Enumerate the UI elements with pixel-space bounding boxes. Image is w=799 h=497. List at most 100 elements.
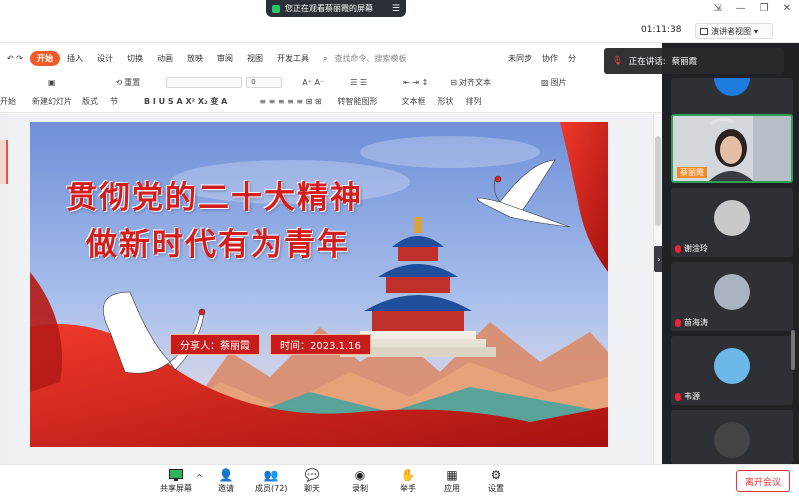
slide-scrollbar[interactable] (653, 114, 662, 464)
slideshow-start-button[interactable]: 开始 (0, 96, 16, 107)
undo-icon[interactable]: ↶ ↷ (0, 52, 30, 65)
share-screen-icon (169, 468, 183, 482)
members-icon: 👥 (263, 468, 279, 482)
slide-title-line-2: 做新时代有为青年 (86, 227, 350, 263)
pin-icon[interactable]: ⇲ (713, 3, 721, 14)
tab-design[interactable]: 设计 (90, 51, 120, 66)
window-controls: ⇲ — ❐ ✕ (713, 3, 791, 14)
share-button[interactable]: 分 (568, 53, 576, 64)
apps-button[interactable]: ▦ 应用 (444, 468, 460, 494)
toolbar-row-2: 开始 新建幻灯片 版式 节 B I U S A X² X₂ 变 A ≡ ≡ ≡ … (0, 93, 660, 109)
font-grow-icon[interactable]: A⁺ A⁻ (302, 78, 324, 87)
avatar (714, 200, 750, 236)
ribbon-actions: 未同步 协作 分 (508, 53, 576, 64)
tab-animation[interactable]: 动画 (150, 51, 180, 66)
avatar (714, 348, 750, 384)
speaker-view-icon (700, 27, 708, 35)
apps-icon: ▦ (446, 468, 458, 482)
chat-button[interactable]: 💬 聊天 (304, 468, 320, 494)
microphone-icon: 🎙 (612, 56, 623, 66)
align-text-button[interactable]: ⊟ 对齐文本 (450, 77, 491, 88)
tab-review[interactable]: 审阅 (210, 51, 240, 66)
settings-button[interactable]: ⚙ 设置 (488, 468, 504, 494)
meeting-timer: 01:11:38 (641, 25, 682, 35)
view-mode-button[interactable]: 演讲者视图 ▾ (695, 23, 773, 39)
restore-icon[interactable]: ❐ (760, 3, 769, 14)
layout-button[interactable]: 版式 (82, 96, 98, 107)
raise-hand-icon: ✋ (400, 468, 416, 482)
record-icon: ◉ (354, 468, 366, 482)
share-options-chevron[interactable]: ^ (196, 473, 203, 482)
leave-meeting-button[interactable]: 离开会议 (736, 470, 790, 492)
tab-home[interactable]: 开始 (29, 51, 60, 66)
wps-ribbon: ↶ ↷ 开始 插入 设计 切换 动画 放映 审阅 视图 开发工具 ⌕ 查找命令、… (0, 43, 662, 113)
minimize-icon[interactable]: — (736, 3, 746, 14)
tab-slideshow[interactable]: 放映 (180, 51, 210, 66)
new-slide-icon[interactable]: ▣ (48, 78, 56, 87)
participant-tile[interactable]: 谢淦玲 (671, 188, 793, 257)
slide-canvas: 贯彻党的二十大精神 做新时代有为青年 分享人：蔡丽霞 时间：2023.1.16 (8, 114, 656, 464)
tab-view[interactable]: 视图 (240, 51, 270, 66)
screen-share-icon (272, 4, 280, 13)
smartart-button[interactable]: 转智能图形 (338, 96, 378, 107)
participant-name: 谢淦玲 (675, 243, 708, 254)
share-screen-button[interactable]: 共享屏幕 (160, 468, 192, 494)
record-button[interactable]: ◉ 录制 (352, 468, 368, 494)
tab-developer[interactable]: 开发工具 (270, 51, 316, 66)
sync-status[interactable]: 未同步 (508, 53, 532, 64)
menu-icon[interactable]: ☰ (392, 4, 400, 14)
mic-muted-icon (675, 318, 681, 327)
view-mode-label: 演讲者视图 (711, 26, 751, 36)
presenter-tag: 分享人：蔡丽霞 (170, 334, 260, 355)
toolbar-row-1: ▣ ⟲ 重置 0 A⁺ A⁻ ☰ ☰ ⇤ ⇥ ↕ ⊟ 对齐文本 ▨ 图片 (0, 73, 660, 91)
thumbnail-selected[interactable] (0, 140, 8, 184)
paragraph-align-icons[interactable]: ≡ ≡ ≡ ≡ ≡ ⊞ ⊞ (259, 97, 321, 106)
mic-muted-icon (675, 244, 681, 253)
slide-background-art (30, 122, 608, 447)
font-name-field[interactable] (166, 76, 243, 88)
invite-icon: 👤 (218, 468, 234, 482)
textbox-button[interactable]: 文本框 (402, 96, 426, 107)
avatar (714, 78, 750, 96)
mic-muted-icon (675, 392, 681, 401)
members-button[interactable]: 👥 成员(72) (255, 468, 287, 494)
screen-share-notice[interactable]: 您正在观看蔡丽霞的屏幕 ☰ (266, 0, 406, 17)
title-bar: 您正在观看蔡丽霞的屏幕 ☰ ⇲ — ❐ ✕ 01:11:38 演讲者视图 ▾ (0, 0, 799, 43)
tab-insert[interactable]: 插入 (60, 51, 90, 66)
scrollbar-thumb[interactable] (655, 136, 661, 226)
speaking-label: 正在讲话: (628, 57, 666, 67)
section-button[interactable]: 节 (110, 96, 118, 107)
share-notice-text: 您正在观看蔡丽霞的屏幕 (285, 4, 373, 13)
new-slide-button[interactable]: 新建幻灯片 (32, 96, 72, 107)
participant-name: 韦源 (675, 391, 700, 402)
participant-tile-active[interactable]: 蔡丽霞 (671, 114, 793, 183)
settings-icon: ⚙ (490, 468, 502, 482)
avatar (714, 274, 750, 310)
meeting-toolbar: 共享屏幕 ^ 👤 邀请 👥 成员(72) 💬 聊天 ◉ 录制 ✋ 举手 ▦ 应用… (0, 464, 799, 497)
slide-thumbnails[interactable] (0, 114, 8, 464)
avatar (714, 422, 750, 458)
speaking-name: 蔡丽霞 (671, 57, 698, 67)
tab-transition[interactable]: 切换 (120, 51, 150, 66)
font-size-field[interactable]: 0 (246, 76, 283, 88)
command-search[interactable]: 查找命令、搜索模板 (334, 53, 406, 64)
date-tag: 时间：2023.1.16 (270, 334, 371, 355)
shape-button[interactable]: 形状 (438, 96, 454, 107)
participant-tile[interactable]: 苗海涛 (671, 262, 793, 331)
indent-icon[interactable]: ⇤ ⇥ ↕ (403, 78, 428, 87)
close-icon[interactable]: ✕ (783, 3, 791, 14)
participant-tile[interactable] (671, 410, 793, 464)
current-slide[interactable]: 贯彻党的二十大精神 做新时代有为青年 分享人：蔡丽霞 时间：2023.1.16 (30, 122, 608, 447)
ribbon-tabs: ↶ ↷ 开始 插入 设计 切换 动画 放映 审阅 视图 开发工具 ⌕ 查找命令、… (0, 51, 406, 66)
raise-hand-button[interactable]: ✋ 举手 (400, 468, 416, 494)
invite-button[interactable]: 👤 邀请 (218, 468, 234, 494)
search-icon[interactable]: ⌕ (316, 52, 334, 66)
reset-button[interactable]: ⟲ 重置 (116, 77, 141, 88)
collaborate-button[interactable]: 协作 (542, 53, 558, 64)
participant-tile[interactable]: 韦源 (671, 336, 793, 405)
text-format-icons[interactable]: B I U S A X² X₂ 变 A (144, 96, 227, 107)
picture-button[interactable]: ▨ 图片 (541, 77, 567, 88)
arrange-button[interactable]: 排列 (466, 96, 482, 107)
panel-scrollbar[interactable] (791, 330, 795, 370)
bullets-icon[interactable]: ☰ ☰ (350, 78, 367, 87)
